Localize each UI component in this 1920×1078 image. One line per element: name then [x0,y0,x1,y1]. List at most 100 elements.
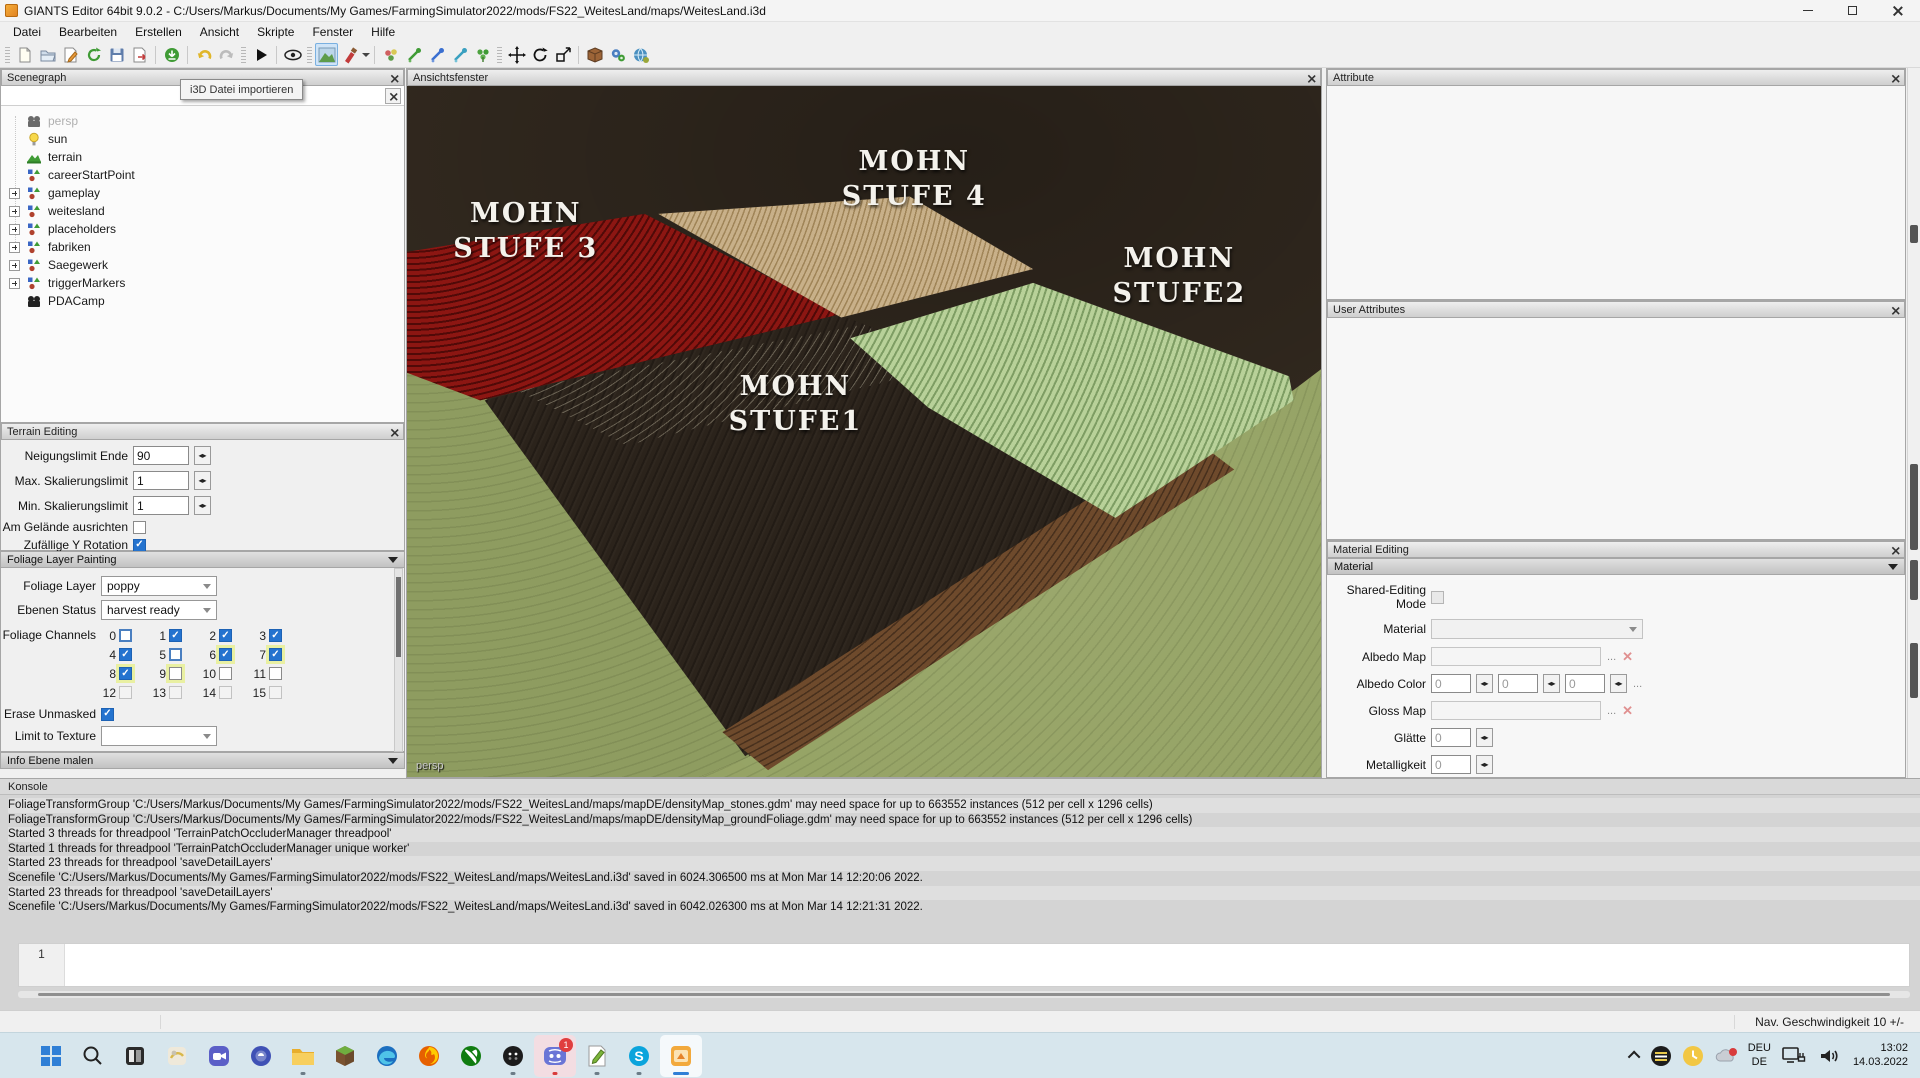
minimize-button[interactable] [1785,0,1830,21]
gears-icon[interactable] [606,43,629,66]
open-file-icon[interactable] [36,43,59,66]
expander-icon[interactable] [9,206,20,217]
spinner-control[interactable] [194,496,211,515]
channel-checkbox-7[interactable] [269,648,282,661]
albedo-color-g-input[interactable] [1498,674,1538,693]
close-icon[interactable] [391,428,397,434]
discord-icon[interactable]: 1 [534,1035,576,1077]
scale-tool-icon[interactable] [551,43,574,66]
save-icon[interactable] [105,43,128,66]
spinner-control[interactable] [1476,674,1493,693]
scrollbar-thumb[interactable] [1910,464,1918,550]
max-skalierung-input[interactable] [133,471,189,490]
onedrive-tray-icon[interactable] [1714,1046,1738,1066]
material-editing-header[interactable]: Material Editing [1327,541,1905,558]
neigungslimit-input[interactable] [133,446,189,465]
skype-icon[interactable]: S [618,1035,660,1077]
attributes-header[interactable]: Attribute [1327,69,1905,86]
undo-icon[interactable] [192,43,215,66]
channel-checkbox-11[interactable] [269,667,282,680]
erase-unmasked-checkbox[interactable] [101,708,114,721]
zufaellige-y-checkbox[interactable] [133,539,146,552]
limit-to-texture-select[interactable] [101,726,217,746]
console-header[interactable]: Konsole [0,779,1920,795]
channel-checkbox-9[interactable] [169,667,182,680]
ebenen-status-select[interactable]: harvest ready [101,600,217,620]
terrain-sculpt-icon[interactable] [315,43,338,66]
channel-checkbox-2[interactable] [219,629,232,642]
close-icon[interactable] [1892,306,1898,312]
console-command-input[interactable] [65,944,1909,986]
scrollbar-thumb[interactable] [1910,643,1918,698]
export-icon[interactable] [128,43,151,66]
move-tool-icon[interactable] [505,43,528,66]
foliage-layer-select[interactable]: poppy [101,576,217,596]
tree-node-weitesland[interactable]: weitesland [1,202,404,220]
minecraft-icon[interactable] [324,1035,366,1077]
scrollbar-thumb[interactable] [38,993,1890,996]
close-icon[interactable] [1892,74,1898,80]
visibility-eye-icon[interactable] [281,43,304,66]
albedo-map-field[interactable] [1431,647,1601,666]
new-file-icon[interactable] [13,43,36,66]
tree-node-triggerMarkers[interactable]: triggerMarkers [1,274,404,292]
clock-date-display[interactable]: 13:02 14.03.2022 [1853,1042,1908,1070]
scrollbar-thumb[interactable] [1910,560,1918,600]
foliage-painting-header[interactable]: Foliage Layer Painting [0,551,405,568]
spinner-control[interactable] [1476,728,1493,747]
foliage-flower-icon[interactable] [379,43,402,66]
spinner-control[interactable] [194,471,211,490]
play-icon[interactable] [249,43,272,66]
start-button[interactable] [30,1035,72,1077]
min-skalierung-input[interactable] [133,496,189,515]
console-hscrollbar[interactable] [18,991,1910,998]
paint-dropdown-caret[interactable] [362,53,370,57]
close-icon[interactable] [1308,74,1314,80]
menu-datei[interactable]: Datei [4,23,50,41]
language-indicator[interactable]: DEU DE [1748,1042,1771,1068]
network-icon[interactable] [1781,1045,1807,1067]
edge-icon[interactable] [366,1035,408,1077]
xbox-icon[interactable] [450,1035,492,1077]
console-log[interactable]: FoliageTransformGroup 'C:/Users/Markus/D… [0,795,1920,941]
channel-checkbox-14[interactable] [219,686,232,699]
left-panel-scrollbar[interactable] [394,568,403,752]
material-section-header[interactable]: Material [1327,558,1905,575]
foliage-spray-teal-icon[interactable] [448,43,471,66]
shared-editing-checkbox[interactable] [1431,591,1444,604]
expander-icon[interactable] [9,242,20,253]
am-gelaende-checkbox[interactable] [133,521,146,534]
menu-erstellen[interactable]: Erstellen [126,23,191,41]
world-settings-icon[interactable] [629,43,652,66]
task-view-icon[interactable] [114,1035,156,1077]
teams-icon[interactable] [198,1035,240,1077]
close-button[interactable] [1875,0,1920,21]
channel-checkbox-13[interactable] [169,686,182,699]
spinner-control[interactable] [1543,674,1560,693]
redo-icon[interactable] [215,43,238,66]
expander-icon[interactable] [9,224,20,235]
close-icon[interactable] [391,74,397,80]
channel-checkbox-1[interactable] [169,629,182,642]
channel-checkbox-15[interactable] [269,686,282,699]
spinner-control[interactable] [1610,674,1627,693]
gloss-map-field[interactable] [1431,701,1601,720]
tree-node-persp[interactable]: persp [1,112,404,130]
scrollbar-thumb[interactable] [396,577,401,657]
channel-checkbox-0[interactable] [119,629,132,642]
menu-fenster[interactable]: Fenster [303,23,362,41]
notepad-plus-plus-icon[interactable] [576,1035,618,1077]
tree-node-fabriken[interactable]: fabriken [1,238,404,256]
tree-node-careerStartPoint[interactable]: careerStartPoint [1,166,404,184]
spinner-control[interactable] [194,446,211,465]
scrollbar-thumb[interactable] [1910,225,1918,243]
object-cube-icon[interactable] [583,43,606,66]
dark-app-icon[interactable] [492,1035,534,1077]
filter-clear-button[interactable] [385,88,401,104]
foliage-clover-icon[interactable] [471,43,494,66]
tree-node-terrain[interactable]: terrain [1,148,404,166]
clear-map-icon[interactable]: ✕ [1622,703,1633,719]
terrain-editing-header[interactable]: Terrain Editing [1,423,404,440]
import-i3d-icon[interactable] [160,43,183,66]
clear-map-icon[interactable]: ✕ [1622,649,1633,665]
